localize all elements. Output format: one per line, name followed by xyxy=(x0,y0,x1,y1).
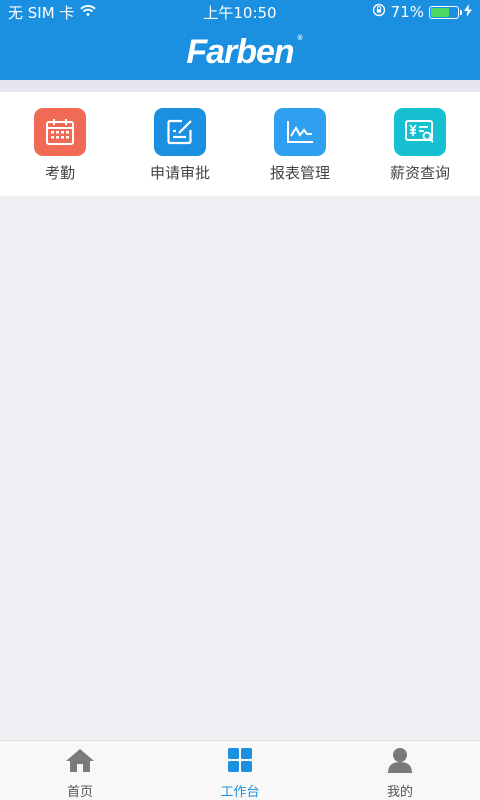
tab-label: 我的 xyxy=(386,785,413,800)
battery-percent: 71% xyxy=(390,3,424,21)
salary-search-icon xyxy=(394,108,446,156)
workbench-item-label: 报表管理 xyxy=(269,164,330,182)
workbench-item-label: 考勤 xyxy=(44,164,75,182)
calendar-icon xyxy=(34,108,86,156)
workbench-item-label: 薪资查询 xyxy=(389,164,450,182)
tab-home[interactable]: 首页 xyxy=(0,741,160,800)
tab-profile[interactable]: 我的 xyxy=(320,741,480,800)
wifi-icon xyxy=(80,3,97,21)
edit-document-icon xyxy=(154,108,206,156)
battery-icon xyxy=(429,5,462,19)
tab-label: 工作台 xyxy=(220,785,260,800)
header-divider xyxy=(0,80,480,92)
tab-workbench[interactable]: 工作台 xyxy=(160,741,320,800)
workbench-item-reports[interactable]: 报表管理 xyxy=(240,92,360,196)
workbench-item-label: 申请审批 xyxy=(149,164,210,182)
workbench-item-salary[interactable]: 薪资查询 xyxy=(360,92,480,196)
logo-text: Farben xyxy=(186,32,294,71)
logo-registered-mark: ® xyxy=(297,34,303,42)
workbench-grid: 考勤 申请审批 报表管理 薪资查询 xyxy=(0,92,480,196)
farben-logo: Farben ® xyxy=(186,32,302,72)
carrier-text: 无 SIM 卡 xyxy=(8,3,75,22)
status-left: 无 SIM 卡 xyxy=(8,2,168,23)
app-header: Farben ® xyxy=(0,24,480,80)
workbench-item-approval[interactable]: 申请审批 xyxy=(120,92,240,196)
bottom-tab-bar: 首页 工作台 我的 xyxy=(0,740,480,800)
line-chart-icon xyxy=(274,108,326,156)
home-icon xyxy=(65,747,95,777)
rotation-lock-icon xyxy=(372,3,386,21)
status-time: 上午10:50 xyxy=(203,3,277,22)
tab-label: 首页 xyxy=(66,785,93,800)
status-right: 71% xyxy=(312,3,472,21)
grid-icon xyxy=(227,747,253,777)
battery-level xyxy=(431,7,450,17)
charging-icon xyxy=(464,3,472,21)
status-bar: 无 SIM 卡 上午10:50 71% xyxy=(0,0,480,24)
workbench-item-attendance[interactable]: 考勤 xyxy=(0,92,120,196)
user-icon xyxy=(387,747,413,777)
